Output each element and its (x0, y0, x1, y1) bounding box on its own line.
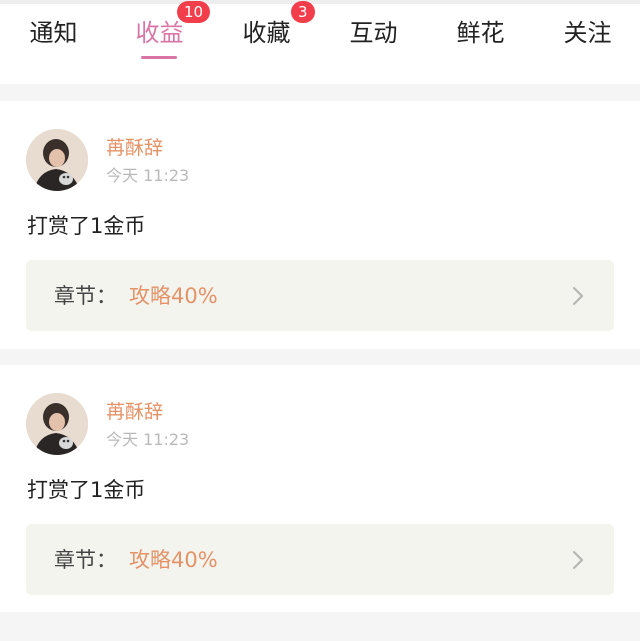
tab-label: 通知 (29, 19, 78, 47)
tab-flowers[interactable]: 鲜花 (427, 4, 534, 84)
tab-bar: 通知 收益 10 收藏 3 互动 鲜花 关注 (0, 1, 640, 84)
chapter-link[interactable]: 章节： 攻略40% (26, 524, 614, 595)
tab-earnings[interactable]: 收益 10 (106, 1, 213, 84)
avatar[interactable] (26, 129, 88, 191)
tab-badge: 10 (177, 1, 211, 23)
chevron-right-icon (568, 285, 588, 307)
chevron-right-icon (568, 549, 588, 571)
avatar[interactable] (26, 393, 88, 455)
chapter-label: 章节： (54, 284, 117, 308)
reward-message: 打赏了1金币 (27, 478, 146, 502)
chapter-title: 攻略40% (129, 548, 218, 572)
timestamp: 今天 11:23 (106, 166, 190, 185)
reward-message: 打赏了1金币 (27, 214, 146, 238)
tab-badge: 3 (291, 1, 315, 23)
user-name[interactable]: 苒酥辞 (106, 399, 163, 425)
timestamp: 今天 11:23 (106, 430, 190, 449)
tab-label: 鲜花 (456, 19, 505, 47)
reward-item: 苒酥辞 今天 11:23 打赏了1金币 章节： 攻略40% (0, 365, 640, 612)
tab-interactions[interactable]: 互动 (320, 4, 427, 84)
chapter-title: 攻略40% (129, 284, 218, 308)
tab-favorites[interactable]: 收藏 3 (213, 1, 320, 84)
chapter-label: 章节： (54, 548, 117, 572)
user-name[interactable]: 苒酥辞 (106, 135, 163, 161)
reward-item: 苒酥辞 今天 11:23 打赏了1金币 章节： 攻略40% (0, 101, 640, 349)
active-tab-indicator (141, 56, 177, 59)
tab-notifications[interactable]: 通知 (0, 4, 107, 84)
chapter-link[interactable]: 章节： 攻略40% (26, 260, 614, 331)
tab-label: 互动 (349, 19, 398, 47)
tab-label: 关注 (563, 19, 612, 47)
tab-following[interactable]: 关注 (534, 4, 640, 84)
